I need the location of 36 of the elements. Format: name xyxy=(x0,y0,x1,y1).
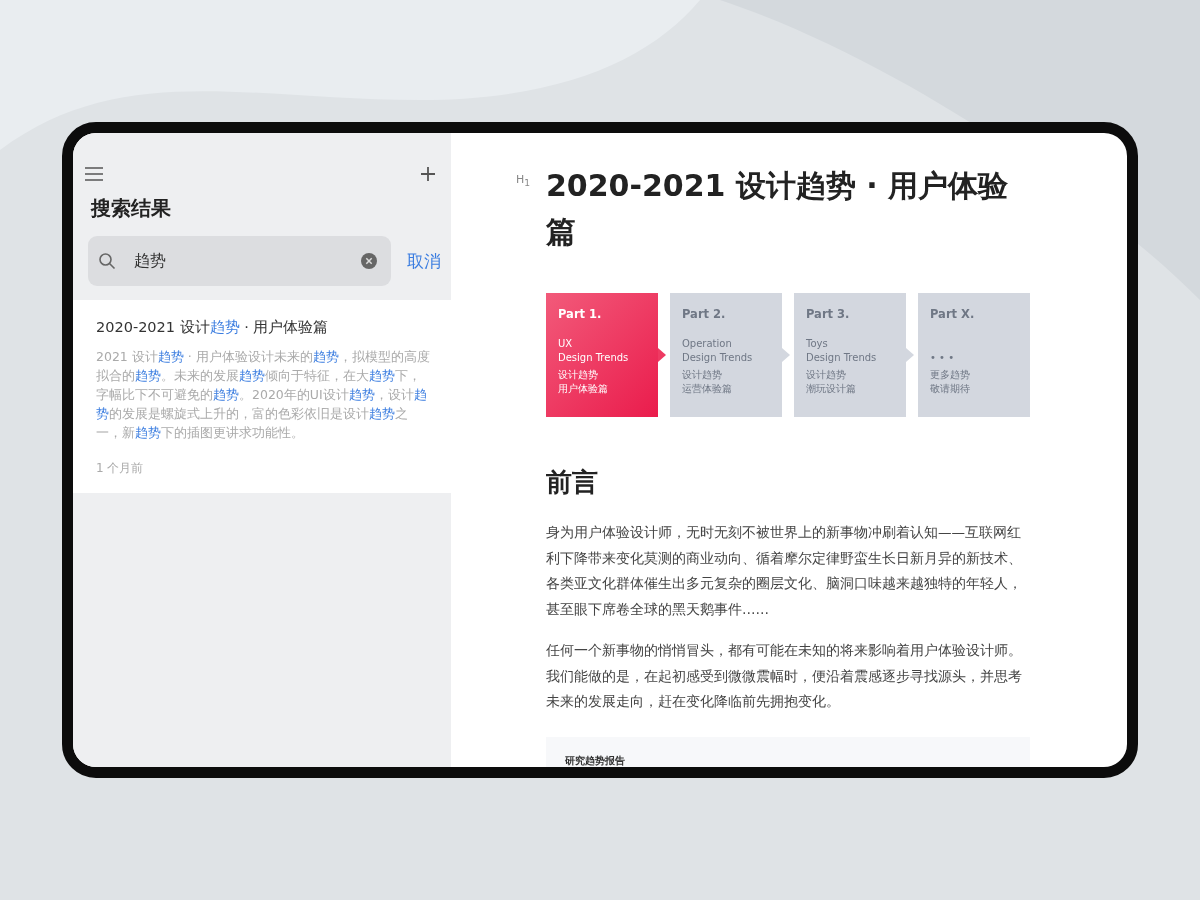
document-title: 2020-2021 设计趋势 · 用户体验篇 xyxy=(546,167,1010,251)
search-input[interactable]: 趋势 xyxy=(132,250,345,272)
part-caption: 用户体验篇 xyxy=(558,382,609,396)
paragraph: 任何一个新事物的悄悄冒头，都有可能在未知的将来影响着用户体验设计师。我们能做的是，在起初感受到微微震幅时，便沿着震感逐步寻找源头，并思考未来的发展走向，赶在变化降临前先拥抱变化。 xyxy=(546,641,1023,711)
part-subtitle: UX xyxy=(558,337,574,351)
heading-marker: H$_{1}$ xyxy=(516,173,531,189)
part-caption: 更多趋势 xyxy=(930,368,971,382)
result-time: 1 个月前 xyxy=(96,460,145,477)
part-title: Part 1. xyxy=(558,307,603,321)
clear-icon[interactable] xyxy=(361,253,377,269)
sidebar-title: 搜索结果 xyxy=(89,195,172,222)
result-title: 2020-2021 设计趋势 · 用户体验篇 xyxy=(96,318,330,337)
part-subtitle: • • • xyxy=(930,351,956,365)
part-caption: 设计趋势 xyxy=(806,368,847,382)
part-caption: 运营体验篇 xyxy=(682,382,733,396)
part-subtitle: Design Trends xyxy=(806,351,878,365)
arrow-notch-icon xyxy=(658,348,666,362)
part-subtitle: Design Trends xyxy=(558,351,630,365)
paragraph: 身为用户体验设计师，无时无刻不被世界上的新事物冲刷着认知——互联网红利下降带来变化莫测的商业动向、循着摩尔定律野蛮生长日新月异的新技术、各类亚文化群体催生出多元复杂的圈层文化、脑洞口味越来越独特的年轻人，甚至眼下席卷全球的黑天鹅事件…… xyxy=(546,523,1023,619)
part-title: Part 3. xyxy=(806,307,851,321)
search-field[interactable]: 趋势 xyxy=(88,236,391,286)
part-caption: 设计趋势 xyxy=(682,368,723,382)
part-caption: 设计趋势 xyxy=(558,368,599,382)
part-caption: 敬请期待 xyxy=(930,382,971,396)
part-caption: 潮玩设计篇 xyxy=(806,382,857,396)
part-title: Part X. xyxy=(930,307,976,321)
quote-text: 研究趋势报告 xyxy=(565,754,625,766)
search-icon xyxy=(98,252,116,270)
part-subtitle: Toys xyxy=(806,337,829,351)
part-title: Part 2. xyxy=(682,307,727,321)
menu-icon[interactable] xyxy=(85,167,103,181)
section-heading: 前言 xyxy=(546,466,599,499)
part-subtitle: Operation xyxy=(682,337,733,351)
part-subtitle: Design Trends xyxy=(682,351,754,365)
cancel-button[interactable]: 取消 xyxy=(407,249,441,273)
add-icon[interactable] xyxy=(421,167,435,181)
